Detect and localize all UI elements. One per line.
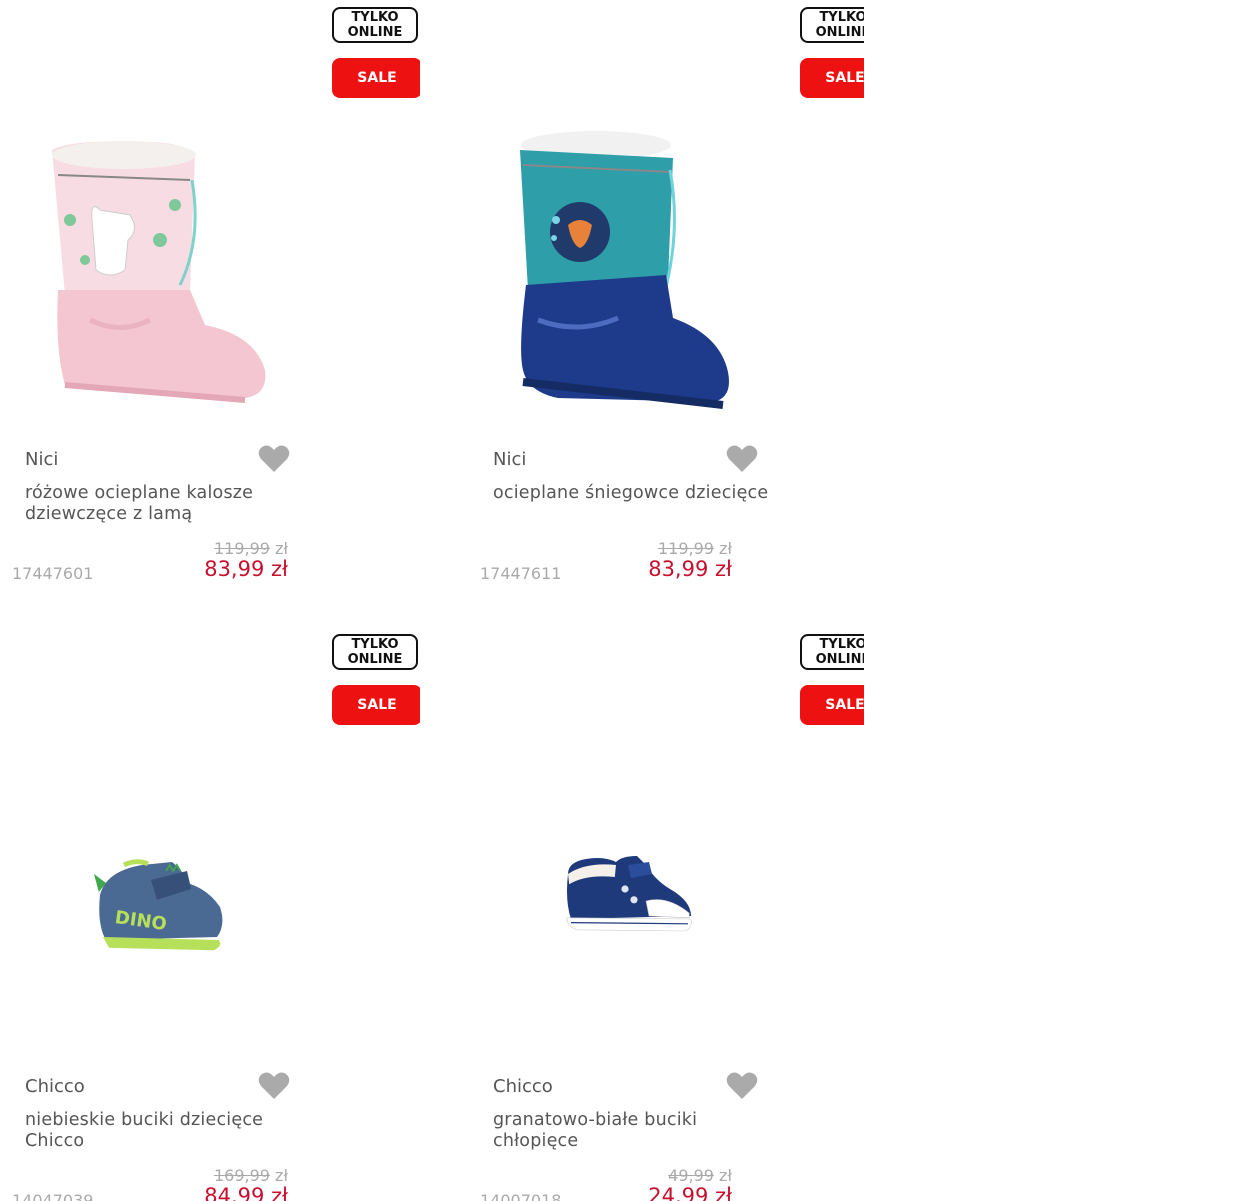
product-image[interactable] (30, 120, 290, 420)
product-name[interactable]: granatowo-białe buciki chłopięce (493, 1110, 783, 1152)
product-name[interactable]: ocieplane śniegowce dziecięce (493, 483, 783, 504)
product-grid: TYLKO ONLINE SALE Nici różowe ocieplane k… (0, 0, 1250, 1201)
product-image[interactable] (498, 120, 758, 420)
favorite-heart-icon[interactable] (258, 1071, 290, 1101)
new-price: 84,99 zł (204, 1184, 288, 1201)
product-card[interactable]: TYLKOONLINE SALE Nici ocieplane śniegowc… (468, 0, 864, 600)
online-only-badge: TYLKOONLINE (800, 7, 864, 43)
product-card[interactable]: TYLKO ONLINE SALE DINO Chicco niebieskie … (0, 627, 420, 1201)
favorite-heart-icon[interactable] (726, 1071, 758, 1101)
product-sku: 14007018 (480, 1191, 562, 1201)
favorite-heart-icon[interactable] (258, 444, 290, 474)
product-brand: Chicco (25, 1076, 85, 1097)
sale-badge: SALE (800, 58, 864, 98)
online-only-badge: TYLKOONLINE (800, 634, 864, 670)
product-name[interactable]: niebieskie buciki dziecięce Chicco (25, 1110, 315, 1152)
product-sku: 17447611 (480, 564, 562, 583)
product-image[interactable]: DINO (30, 847, 290, 1027)
new-price: 24,99 zł (648, 1184, 732, 1201)
old-price: 119,99 zł (213, 539, 288, 558)
product-card[interactable]: TYLKO ONLINE SALE Nici różowe ocieplane k… (0, 0, 420, 600)
product-brand: Nici (493, 449, 527, 470)
new-price: 83,99 zł (204, 557, 288, 581)
sale-badge: SALE (800, 685, 864, 725)
product-sku: 14047039 (12, 1191, 94, 1201)
product-name[interactable]: różowe ocieplane kalosze dziewczęce z la… (25, 483, 315, 525)
sale-badge: SALE (332, 58, 420, 98)
product-card[interactable]: TYLKOONLINE SALE Chicco granatowo-białe … (468, 627, 864, 1201)
old-price: 49,99 zł (668, 1166, 732, 1185)
new-price: 83,99 zł (648, 557, 732, 581)
old-price: 119,99 zł (657, 539, 732, 558)
sale-badge: SALE (332, 685, 420, 725)
product-brand: Nici (25, 449, 59, 470)
product-image[interactable] (498, 847, 758, 1027)
product-sku: 17447601 (12, 564, 94, 583)
product-brand: Chicco (493, 1076, 553, 1097)
favorite-heart-icon[interactable] (726, 444, 758, 474)
online-only-badge: TYLKOONLINE (332, 7, 418, 43)
online-only-badge: TYLKOONLINE (332, 634, 418, 670)
old-price: 169,99 zł (213, 1166, 288, 1185)
